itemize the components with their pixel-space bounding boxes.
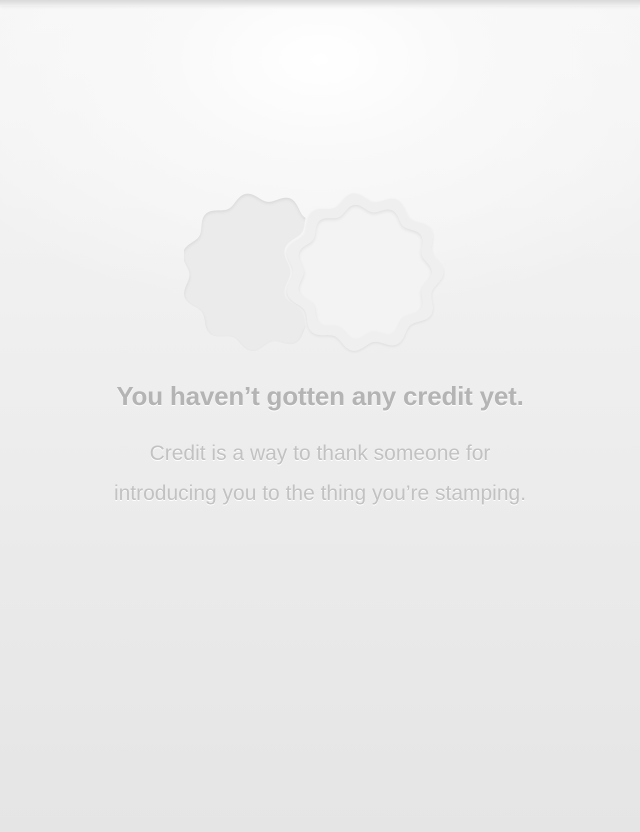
- empty-state-title: You haven’t gotten any credit yet.: [116, 381, 524, 411]
- empty-state-description-line-2: introducing you to the thing you’re stam…: [113, 482, 527, 505]
- empty-state-description-line-1: Credit is a way to thank someone for: [149, 442, 491, 465]
- empty-state: You haven’t gotten any credit yet. Credi…: [0, 0, 640, 832]
- overlapping-stamps-icon: [184, 193, 444, 352]
